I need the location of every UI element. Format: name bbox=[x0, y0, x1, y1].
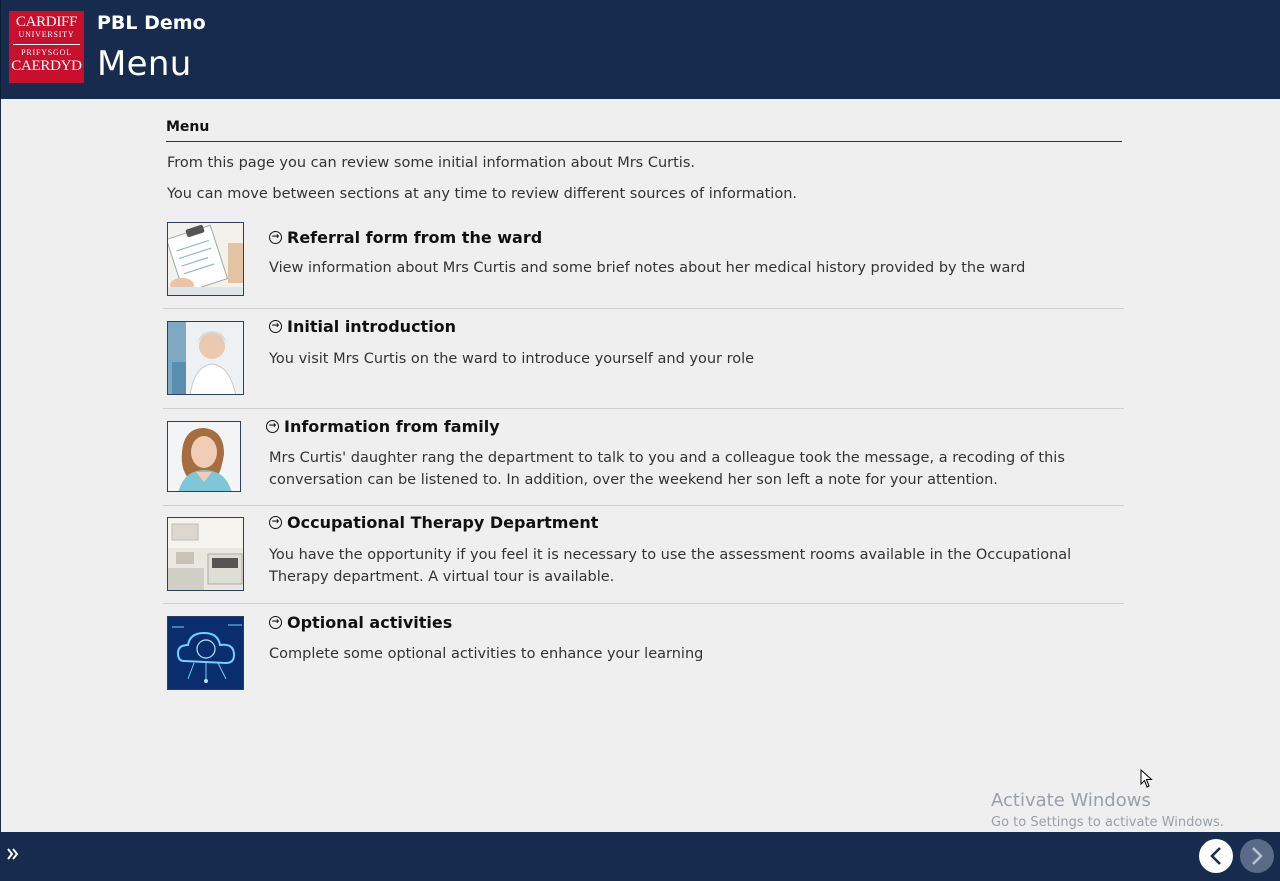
next-button[interactable] bbox=[1240, 839, 1274, 873]
item-title-link[interactable]: → Optional activities bbox=[269, 613, 452, 632]
menu-item-referral-form[interactable]: → Referral form from the ward View infor… bbox=[163, 220, 1124, 309]
header: CARDIFF UNIVERSITY PRIFYSGOL CAERDYD PBL… bbox=[0, 0, 1280, 99]
logo-line-1: CARDIFF bbox=[15, 14, 78, 30]
chevron-left-icon bbox=[1210, 847, 1221, 865]
activate-windows-watermark: Activate Windows Go to Settings to activ… bbox=[991, 790, 1224, 830]
intro-text-1: From this page you can review some initi… bbox=[167, 155, 695, 171]
logo-line-3: PRIFYSGOL bbox=[21, 48, 72, 57]
elderly-patient-image[interactable] bbox=[167, 321, 244, 395]
item-title-link[interactable]: → Referral form from the ward bbox=[269, 228, 542, 247]
previous-button[interactable] bbox=[1199, 839, 1233, 873]
section-heading: Menu bbox=[166, 119, 1122, 142]
item-title-text[interactable]: Referral form from the ward bbox=[287, 228, 542, 247]
arrow-circle-right-icon: → bbox=[269, 320, 282, 333]
item-description: You have the opportunity if you feel it … bbox=[269, 547, 1072, 585]
arrow-circle-right-icon: → bbox=[269, 616, 282, 629]
app-title: PBL Demo bbox=[97, 12, 206, 34]
item-title-link[interactable]: → Occupational Therapy Department bbox=[269, 513, 598, 532]
page-title: Menu bbox=[97, 44, 192, 84]
watermark-subtitle: Go to Settings to activate Windows. bbox=[991, 815, 1224, 830]
item-title-text[interactable]: Optional activities bbox=[287, 613, 452, 632]
item-description: You visit Mrs Curtis on the ward to intr… bbox=[269, 351, 755, 367]
arrow-circle-right-icon: → bbox=[266, 420, 279, 433]
clipboard-image[interactable] bbox=[167, 222, 244, 296]
menu-item-information-from-family[interactable]: → Information from family Mrs Curtis' da… bbox=[163, 409, 1124, 506]
cloud-brain-image[interactable] bbox=[167, 616, 244, 690]
watermark-title: Activate Windows bbox=[991, 790, 1151, 811]
logo-line-2: UNIVERSITY bbox=[18, 30, 75, 39]
item-title-text[interactable]: Information from family bbox=[284, 417, 500, 436]
nurse-image[interactable] bbox=[167, 421, 241, 492]
mouse-cursor-icon bbox=[1140, 769, 1153, 788]
item-title-text[interactable]: Initial introduction bbox=[287, 317, 456, 336]
menu-item-occupational-therapy[interactable]: → Occupational Therapy Department You ha… bbox=[163, 506, 1124, 604]
cardiff-university-logo: CARDIFF UNIVERSITY PRIFYSGOL CAERDYD bbox=[9, 11, 84, 83]
main-content: Menu From this page you can review some … bbox=[0, 99, 1280, 832]
arrow-circle-right-icon: → bbox=[269, 516, 282, 529]
item-description: Complete some optional activities to enh… bbox=[269, 646, 704, 662]
footer bbox=[0, 832, 1280, 881]
intro-text-2: You can move between sections at any tim… bbox=[167, 186, 797, 202]
item-description: Mrs Curtis' daughter rang the department… bbox=[269, 450, 1065, 488]
menu-item-initial-introduction[interactable]: → Initial introduction You visit Mrs Cur… bbox=[163, 310, 1124, 409]
arrow-circle-right-icon: → bbox=[269, 231, 282, 244]
item-description: View information about Mrs Curtis and so… bbox=[269, 260, 1026, 276]
item-title-link[interactable]: → Information from family bbox=[266, 417, 500, 436]
kitchen-image[interactable] bbox=[167, 517, 244, 591]
item-title-text[interactable]: Occupational Therapy Department bbox=[287, 513, 598, 532]
logo-line-4: CAERDYD bbox=[11, 58, 82, 74]
item-title-link[interactable]: → Initial introduction bbox=[269, 317, 456, 336]
logo-divider bbox=[13, 44, 80, 45]
menu-item-optional-activities[interactable]: → Optional activities Complete some opti… bbox=[163, 604, 1124, 694]
double-chevron-right-icon[interactable] bbox=[7, 845, 19, 864]
chevron-right-icon bbox=[1252, 847, 1263, 865]
